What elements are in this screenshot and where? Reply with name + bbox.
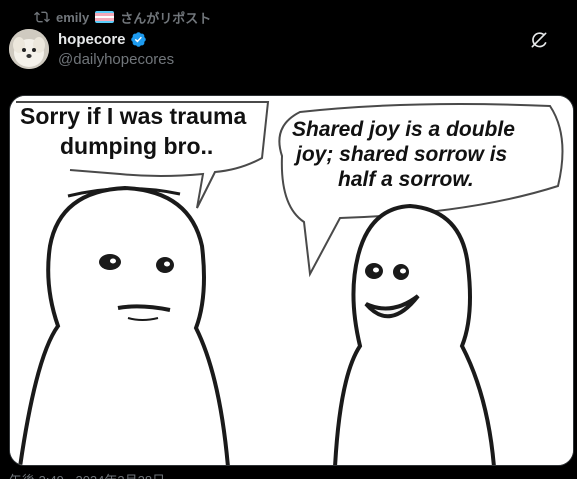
author-name-row: hopecore bbox=[58, 31, 147, 48]
left-speech-line-1: Sorry if I was trauma bbox=[20, 103, 246, 129]
repost-context: emily さんがリポスト bbox=[34, 9, 212, 26]
post-media-image[interactable]: Sorry if I was trauma dumping bro.. Shar… bbox=[9, 95, 574, 466]
right-speech-line-3: half a sorrow. bbox=[338, 168, 474, 191]
repost-user[interactable]: emily bbox=[56, 10, 89, 25]
right-speech-line-2: joy; shared sorrow is bbox=[293, 143, 507, 166]
author-display-name[interactable]: hopecore bbox=[58, 31, 126, 48]
trans-flag-emoji bbox=[95, 11, 115, 23]
grok-icon[interactable] bbox=[529, 30, 549, 50]
author-handle[interactable]: @dailyhopecores bbox=[58, 51, 174, 68]
repost-icon bbox=[34, 11, 50, 23]
post: emily さんがリポスト hopecore @dailyhopecores S… bbox=[0, 0, 577, 479]
verified-badge-icon bbox=[130, 32, 146, 47]
left-figure-left-eye bbox=[99, 254, 121, 270]
dog-avatar-icon bbox=[9, 29, 49, 69]
right-speech-line-1: Shared joy is a double bbox=[292, 118, 515, 141]
left-speech-line-2: dumping bro.. bbox=[60, 133, 213, 159]
repost-label: さんがリポスト bbox=[120, 10, 212, 26]
meme-illustration: Sorry if I was trauma dumping bro.. Shar… bbox=[10, 96, 573, 465]
post-timestamp[interactable]: 午後 3:49 · 2024年3月28日 bbox=[9, 470, 165, 479]
avatar[interactable] bbox=[9, 29, 49, 69]
